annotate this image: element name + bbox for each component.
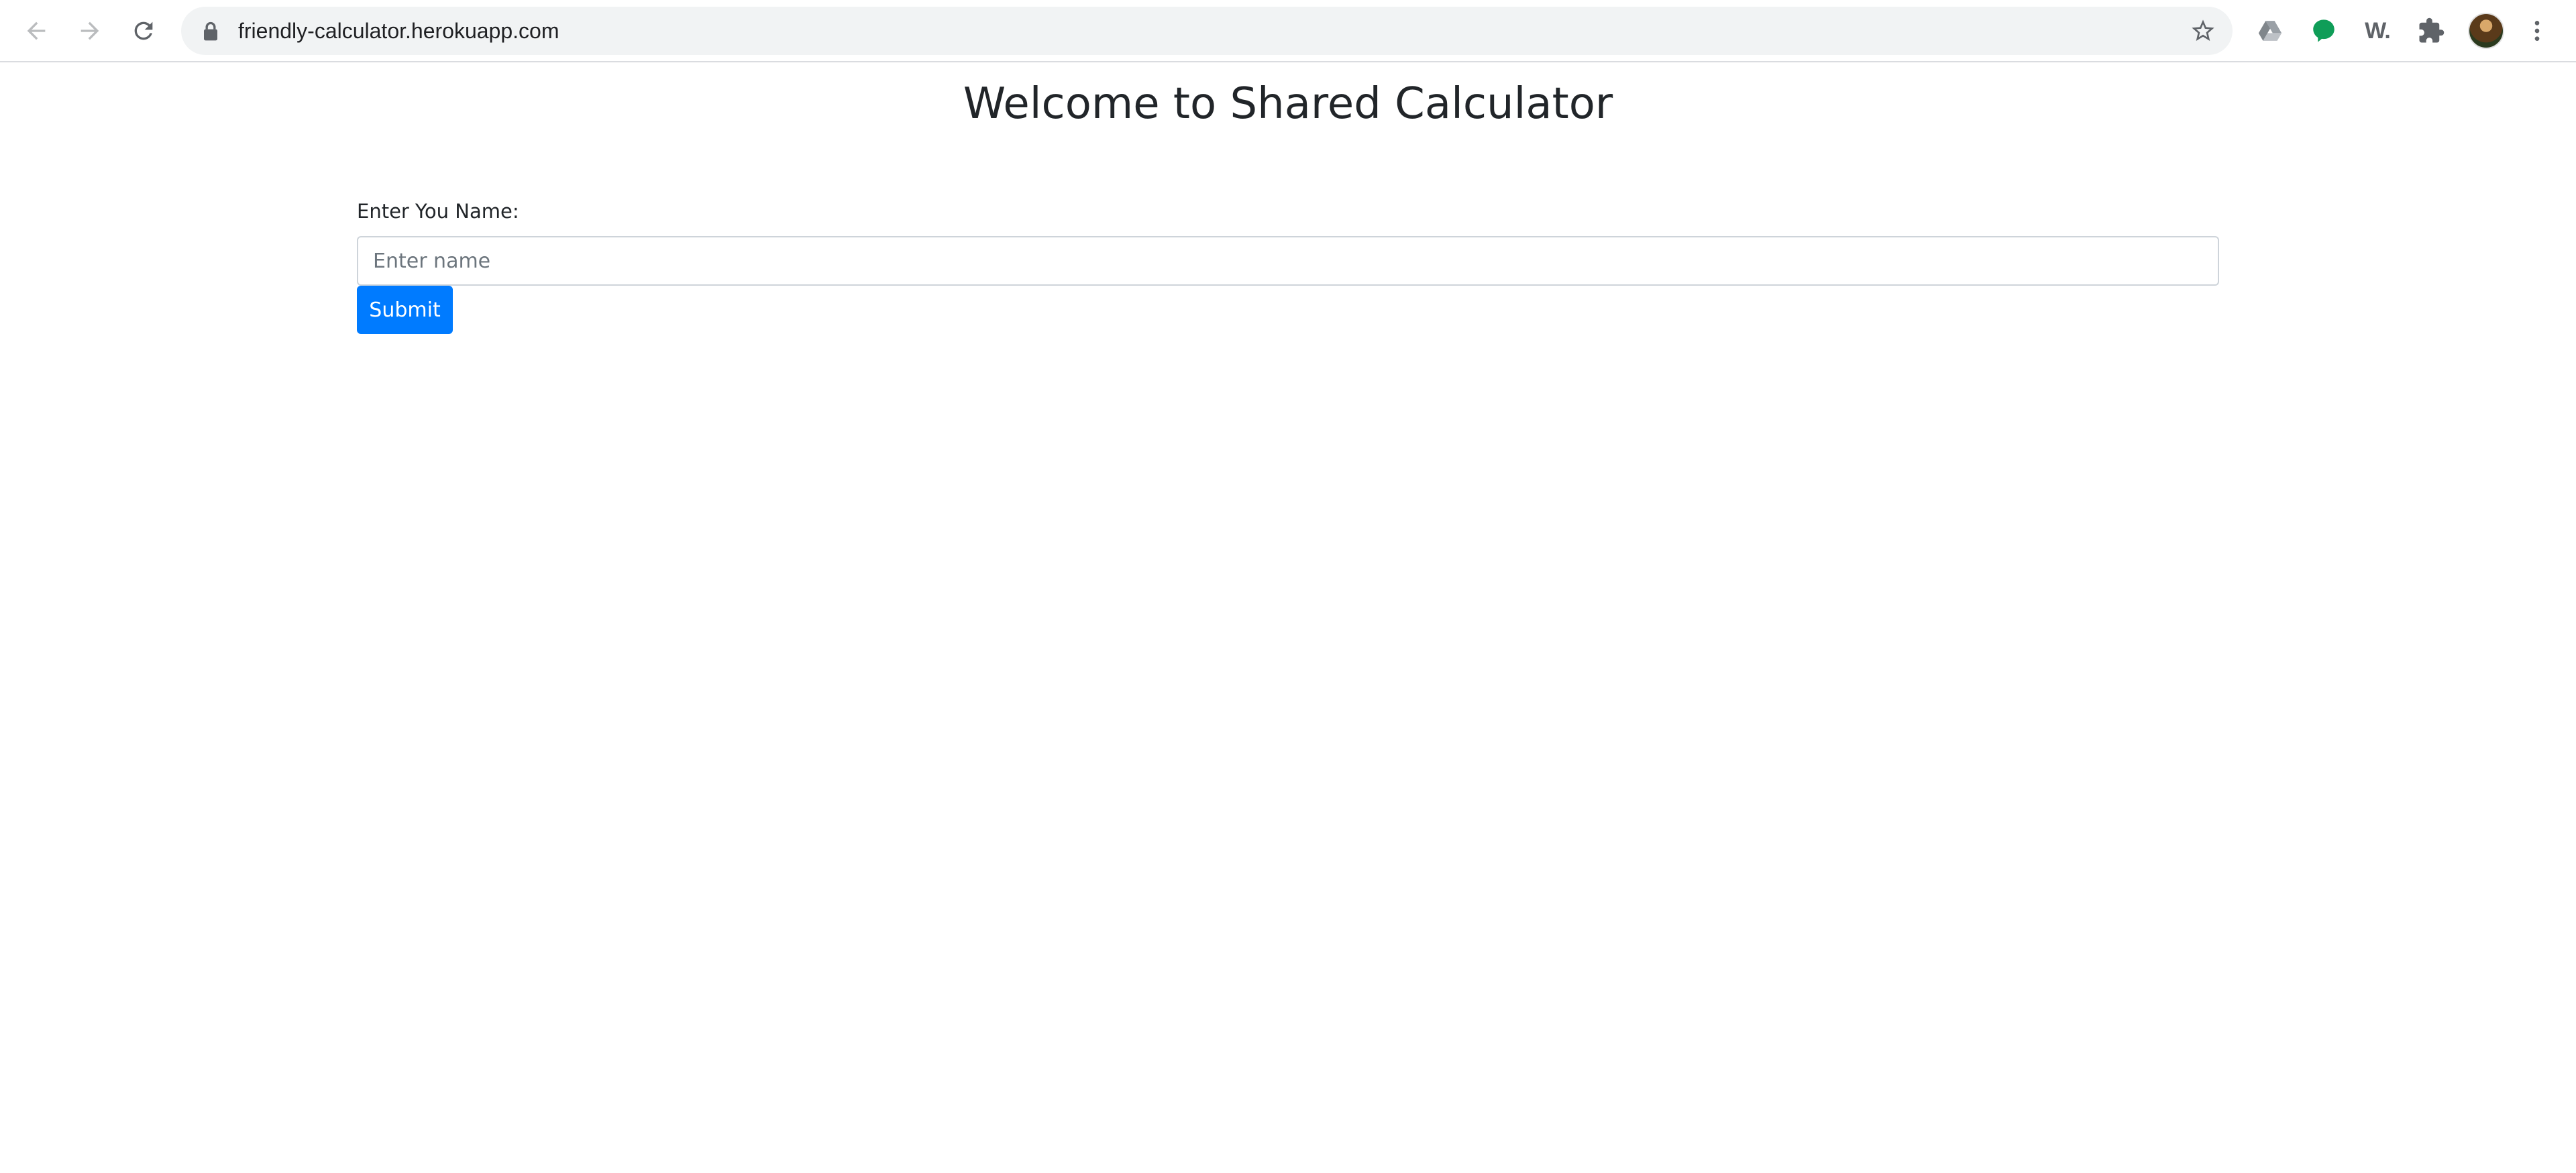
submit-button[interactable]: Submit: [357, 286, 453, 334]
reload-button[interactable]: [127, 15, 160, 47]
w-extension-button[interactable]: W.: [2361, 15, 2394, 47]
address-bar[interactable]: friendly-calculator.herokuapp.com: [181, 7, 2233, 55]
name-label: Enter You Name:: [357, 200, 519, 223]
back-icon: [27, 21, 46, 40]
browser-toolbar: friendly-calculator.herokuapp.com W.: [0, 0, 2576, 62]
extensions-button[interactable]: [2415, 15, 2447, 47]
page-title: Welcome to Shared Calculator: [963, 79, 1613, 129]
url-text: friendly-calculator.herokuapp.com: [238, 19, 559, 43]
forward-icon: [80, 21, 99, 40]
bookmark-star-icon[interactable]: [2190, 17, 2216, 44]
lock-icon: [204, 21, 217, 41]
google-drive-icon: [2258, 21, 2282, 41]
profile-avatar[interactable]: [2468, 13, 2504, 49]
name-form: Enter You Name: Submit: [357, 200, 2219, 334]
chat-extension-button[interactable]: [2308, 15, 2340, 47]
google-drive-button[interactable]: [2254, 15, 2286, 47]
puzzle-extensions-icon: [2419, 17, 2445, 43]
green-chat-icon: [2313, 19, 2334, 42]
name-input[interactable]: [357, 236, 2219, 286]
kebab-menu-icon: [2534, 21, 2540, 41]
reload-icon: [134, 21, 153, 40]
browser-menu-button[interactable]: [2524, 15, 2551, 47]
forward-button[interactable]: [74, 15, 106, 47]
w-extension-icon: W.: [2365, 17, 2391, 44]
back-button[interactable]: [20, 15, 52, 47]
